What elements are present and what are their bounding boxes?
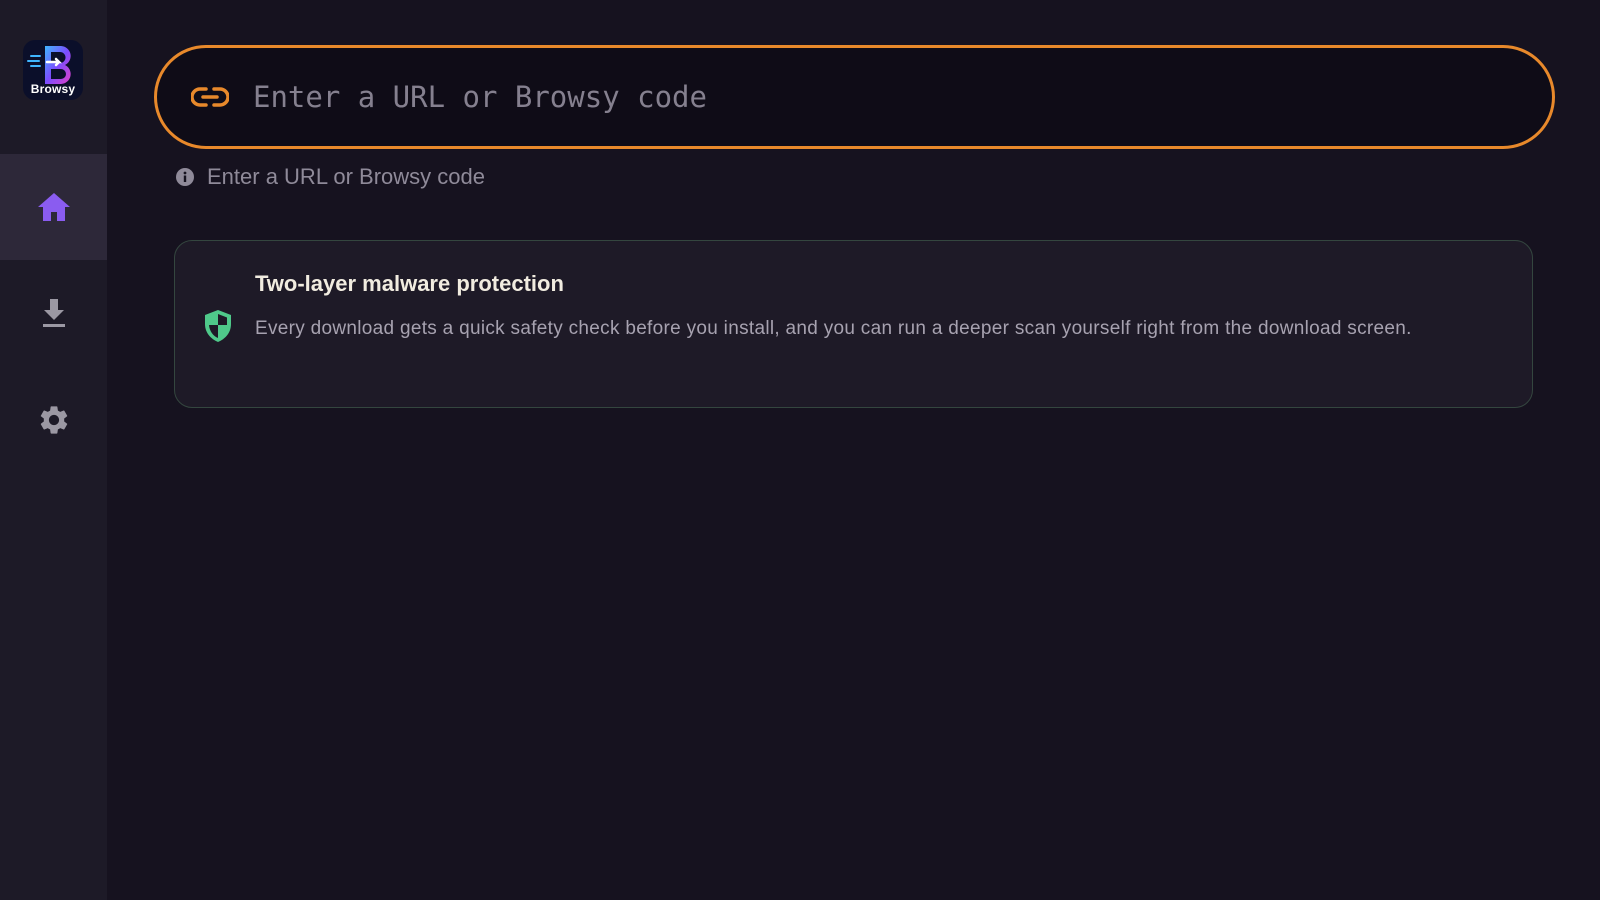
sidebar-item-settings[interactable] (0, 367, 107, 473)
shield-icon (203, 309, 233, 343)
sidebar-item-home[interactable] (0, 154, 107, 260)
sidebar-item-downloads[interactable] (0, 260, 107, 366)
card-title: Two-layer malware protection (255, 271, 564, 296)
url-hint-text: Enter a URL or Browsy code (207, 164, 485, 189)
gear-icon (40, 406, 67, 434)
info-icon (175, 167, 195, 187)
card-body: Every download gets a quick safety check… (255, 318, 1412, 339)
app-logo: Browsy (23, 40, 83, 100)
download-icon (42, 299, 65, 327)
app-root: Browsy Enter a URL or Browsy code Enter … (0, 0, 1600, 900)
home-icon (37, 193, 70, 221)
main-content: Enter a URL or Browsy code Two-layer mal… (107, 0, 1600, 900)
sidebar: Browsy (0, 0, 107, 900)
logo-text: Browsy (30, 82, 76, 96)
link-icon (191, 85, 229, 109)
malware-protection-card: Two-layer malware protection Every downl… (174, 240, 1533, 408)
url-hint: Enter a URL or Browsy code (175, 164, 485, 190)
url-bar[interactable] (154, 45, 1555, 149)
url-input[interactable] (251, 66, 1552, 128)
